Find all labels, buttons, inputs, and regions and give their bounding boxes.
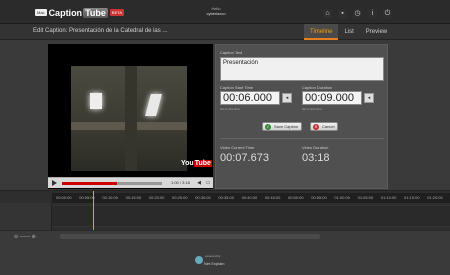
duration-set-button[interactable]: ◂ bbox=[364, 93, 374, 103]
grid-icon[interactable]: ▪ bbox=[338, 9, 347, 18]
username[interactable]: cyberlaxco bbox=[196, 11, 236, 16]
timeline-tick: 00:45:00 bbox=[264, 195, 281, 200]
timeline-tick: 01:10:00 bbox=[380, 195, 397, 200]
timeline-scrollbar[interactable] bbox=[60, 234, 320, 239]
power-icon[interactable]: ⏻ bbox=[383, 9, 392, 18]
video-player[interactable]: YouTube bbox=[48, 44, 213, 189]
timeline-tick: 01:00:00 bbox=[334, 195, 350, 200]
tab-timeline[interactable]: Timeline bbox=[304, 24, 339, 40]
tab-preview[interactable]: Preview bbox=[360, 24, 393, 40]
timeline-tick: 00:50:00 bbox=[288, 195, 304, 200]
current-time-value: 00:07.673 bbox=[220, 152, 269, 164]
beta-badge: BETA bbox=[109, 9, 125, 16]
brand-link[interactable]: Net Explain bbox=[204, 261, 224, 266]
start-time-field[interactable] bbox=[220, 91, 280, 105]
info-icon[interactable]: i bbox=[368, 9, 377, 18]
video-time: 1:00 / 3:18 bbox=[171, 180, 190, 185]
page-title: Edit Caption: Presentación de la Catedra… bbox=[33, 28, 168, 34]
title-bar: Edit Caption: Presentación de la Catedra… bbox=[0, 24, 450, 40]
scene-pillar bbox=[125, 66, 137, 171]
user-greeting: Hello cyberlaxco bbox=[196, 6, 236, 16]
clock-icon[interactable]: ◷ bbox=[353, 9, 362, 18]
footer: powered by Net Explain bbox=[0, 242, 450, 275]
powered-by: powered by bbox=[205, 254, 221, 258]
timeline-tick: 00:30:00 bbox=[195, 195, 211, 200]
save-caption-button[interactable]: ✓ Save Caption bbox=[262, 122, 303, 131]
scene-window-right bbox=[145, 94, 162, 116]
play-icon[interactable] bbox=[52, 180, 57, 186]
volume-icon[interactable]: ◀ bbox=[196, 180, 202, 186]
duration-label: Caption Duration bbox=[302, 85, 333, 90]
start-time-hint: Set to this time bbox=[220, 107, 240, 111]
logo-caption: Caption bbox=[48, 7, 83, 18]
tab-list[interactable]: List bbox=[338, 24, 359, 40]
timeline-tick: 00:40:00 bbox=[241, 195, 258, 200]
video-duration-value: 03:18 bbox=[302, 152, 330, 164]
timeline-tick: 00:55:00 bbox=[311, 195, 327, 200]
logo-tube: Tube bbox=[83, 7, 108, 18]
video-progress-fill bbox=[62, 182, 117, 185]
caption-text-label: Caption Text bbox=[220, 50, 243, 55]
timeline-tick: 01:05:00 bbox=[357, 195, 374, 200]
start-time-label: Caption Start Time bbox=[220, 85, 254, 90]
fullscreen-icon[interactable]: ▭ bbox=[205, 180, 211, 186]
globe-icon bbox=[195, 256, 203, 264]
editor-divider bbox=[220, 138, 384, 139]
toolbar-icons: ⌂ ▪ ◷ i ⏻ bbox=[323, 9, 392, 18]
zoom-slider[interactable]: ⊖ ─── ⊕ bbox=[14, 234, 36, 240]
save-icon: ✓ bbox=[265, 124, 271, 130]
start-time-set-button[interactable]: ◂ bbox=[282, 93, 292, 103]
youtube-logo[interactable]: YouTube bbox=[181, 160, 212, 167]
scene-window-left bbox=[90, 93, 102, 109]
caption-editor: Caption Text Presentación Caption Start … bbox=[215, 44, 388, 189]
current-time-label: Video Current Time bbox=[220, 145, 255, 150]
save-caption-label: Save Caption bbox=[274, 124, 299, 129]
video-progress-bar[interactable] bbox=[62, 182, 162, 185]
timeline-tick: 00:35:00 bbox=[218, 195, 234, 200]
caption-text-input[interactable]: Presentación bbox=[220, 57, 384, 81]
video-frame bbox=[71, 66, 187, 171]
timeline-tick: 01:20:00 bbox=[427, 195, 443, 200]
timeline-tick: 00:20:00 bbox=[148, 195, 165, 200]
timeline-tick: 00:25:00 bbox=[172, 195, 188, 200]
caption-track[interactable] bbox=[52, 205, 450, 227]
timeline-tick: 00:15:00 bbox=[125, 195, 142, 200]
duration-field[interactable] bbox=[302, 91, 362, 105]
video-controls: 1:00 / 3:18 ◀ ▭ bbox=[48, 177, 213, 188]
logo-mac: Mac bbox=[35, 9, 47, 16]
zoom-bar: ⊖ ─── ⊕ bbox=[0, 230, 450, 242]
timeline-ruler[interactable]: 00:00:00 00:05:00 00:10:00 00:15:00 00:20:00… bbox=[52, 193, 450, 203]
video-duration-label: Video Duration bbox=[302, 145, 329, 150]
app-logo[interactable]: Mac Caption Tube BETA bbox=[35, 7, 125, 18]
timeline-tick: 00:00:00 bbox=[56, 195, 72, 200]
cancel-icon: ✕ bbox=[313, 124, 319, 130]
cancel-label: Cancel bbox=[322, 124, 335, 129]
home-icon[interactable]: ⌂ bbox=[323, 9, 332, 18]
duration-hint: Set to this time bbox=[302, 107, 322, 111]
cancel-button[interactable]: ✕ Cancel bbox=[310, 122, 339, 131]
timeline-tick: 00:10:00 bbox=[102, 195, 118, 200]
timeline-tick: 01:15:00 bbox=[404, 195, 420, 200]
top-bar: Mac Caption Tube BETA Hello cyberlaxco ⌂… bbox=[0, 0, 450, 24]
view-tabs: Timeline List Preview bbox=[304, 24, 393, 40]
